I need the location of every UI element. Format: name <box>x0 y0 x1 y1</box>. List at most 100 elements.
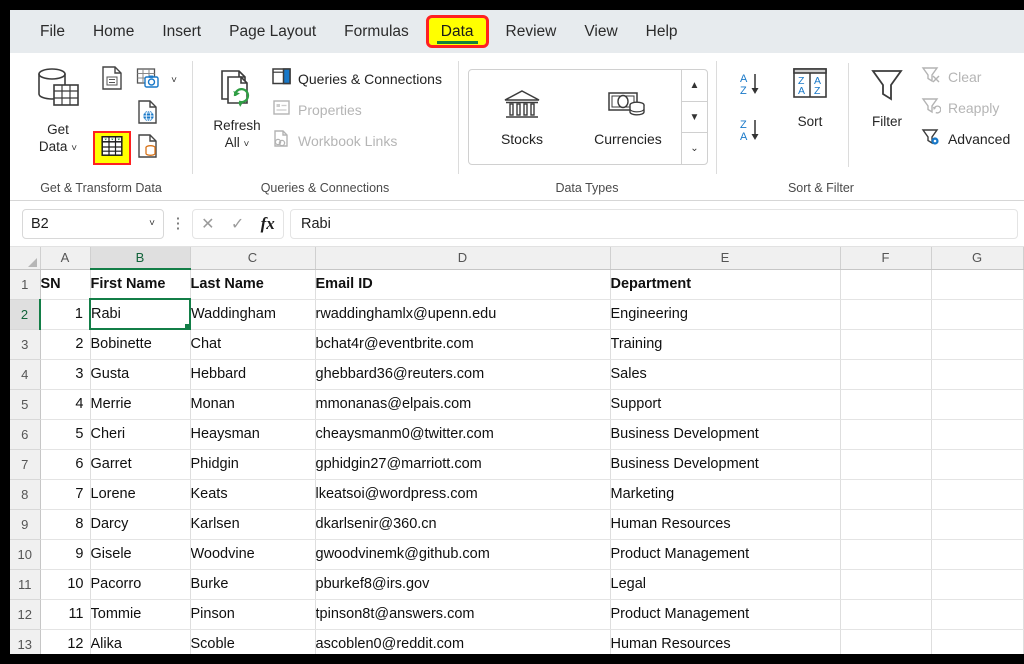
row-header-5[interactable]: 5 <box>10 389 41 420</box>
cell-D5[interactable]: mmonanas@elpais.com <box>315 389 611 420</box>
cell-D3[interactable]: bchat4r@eventbrite.com <box>315 329 611 360</box>
cell-D12[interactable]: tpinson8t@answers.com <box>315 599 611 630</box>
cell-F6[interactable] <box>840 419 932 450</box>
cell-B4[interactable]: Gusta <box>90 359 191 390</box>
cell-A2[interactable]: 1 <box>40 299 91 330</box>
cell-C6[interactable]: Heaysman <box>190 419 316 450</box>
cell-G2[interactable] <box>931 299 1024 330</box>
cell-E2[interactable]: Engineering <box>610 299 841 330</box>
cell-B7[interactable]: Garret <box>90 449 191 480</box>
cell-F10[interactable] <box>840 539 932 570</box>
cell-C4[interactable]: Hebbard <box>190 359 316 390</box>
row-header-3[interactable]: 3 <box>10 329 41 360</box>
cell-B2[interactable]: Rabi <box>89 298 191 330</box>
tab-view[interactable]: View <box>572 18 629 45</box>
cell-D2[interactable]: rwaddinghamlx@upenn.edu <box>315 299 611 330</box>
cell-D6[interactable]: cheaysmanm0@twitter.com <box>315 419 611 450</box>
column-header-d[interactable]: D <box>315 247 611 270</box>
row-header-13[interactable]: 13 <box>10 629 41 654</box>
data-types-scrollbar[interactable]: ▲ ▼ ⌄ <box>680 70 707 164</box>
cell-A6[interactable]: 5 <box>40 419 91 450</box>
advanced-filter-button[interactable]: Advanced <box>919 125 1016 153</box>
row-header-7[interactable]: 7 <box>10 449 41 480</box>
cell-E1[interactable]: Department <box>610 269 841 300</box>
cell-A1[interactable]: SN <box>40 269 91 300</box>
cell-A5[interactable]: 4 <box>40 389 91 420</box>
get-data-button[interactable]: Get Data ˅ <box>22 61 94 154</box>
tab-formulas[interactable]: Formulas <box>332 18 421 45</box>
cell-E10[interactable]: Product Management <box>610 539 841 570</box>
cell-E5[interactable]: Support <box>610 389 841 420</box>
cell-C7[interactable]: Phidgin <box>190 449 316 480</box>
tab-page-layout[interactable]: Page Layout <box>217 18 328 45</box>
reapply-filter-button[interactable]: Reapply <box>919 94 1016 122</box>
cell-A3[interactable]: 2 <box>40 329 91 360</box>
existing-connections-button[interactable] <box>132 133 164 163</box>
cell-B11[interactable]: Pacorro <box>90 569 191 600</box>
column-header-c[interactable]: C <box>190 247 316 270</box>
chevron-down-icon[interactable]: ˅ <box>149 218 155 229</box>
cell-G10[interactable] <box>931 539 1024 570</box>
cell-A4[interactable]: 3 <box>40 359 91 390</box>
sort-ascending-button[interactable]: A Z <box>734 67 774 105</box>
column-header-a[interactable]: A <box>40 247 91 270</box>
cell-G8[interactable] <box>931 479 1024 510</box>
cell-G4[interactable] <box>931 359 1024 390</box>
row-header-10[interactable]: 10 <box>10 539 41 570</box>
cell-B13[interactable]: Alika <box>90 629 191 654</box>
cell-A7[interactable]: 6 <box>40 449 91 480</box>
cell-G3[interactable] <box>931 329 1024 360</box>
cell-A10[interactable]: 9 <box>40 539 91 570</box>
cell-C5[interactable]: Monan <box>190 389 316 420</box>
cell-F4[interactable] <box>840 359 932 390</box>
cell-A13[interactable]: 12 <box>40 629 91 654</box>
cell-E3[interactable]: Training <box>610 329 841 360</box>
cell-G7[interactable] <box>931 449 1024 480</box>
data-type-stocks[interactable]: Stocks <box>469 70 575 164</box>
sort-descending-button[interactable]: Z A <box>734 113 774 151</box>
cell-G13[interactable] <box>931 629 1024 654</box>
row-header-12[interactable]: 12 <box>10 599 41 630</box>
cell-E13[interactable]: Human Resources <box>610 629 841 654</box>
cell-C10[interactable]: Woodvine <box>190 539 316 570</box>
from-web-button[interactable] <box>132 99 164 129</box>
cell-E4[interactable]: Sales <box>610 359 841 390</box>
from-table-range-button[interactable] <box>93 131 131 165</box>
from-picture-button[interactable] <box>132 65 164 95</box>
cell-A8[interactable]: 7 <box>40 479 91 510</box>
cell-D9[interactable]: dkarlsenir@360.cn <box>315 509 611 540</box>
cell-C12[interactable]: Pinson <box>190 599 316 630</box>
cell-D1[interactable]: Email ID <box>315 269 611 300</box>
cell-C11[interactable]: Burke <box>190 569 316 600</box>
cell-D4[interactable]: ghebbard36@reuters.com <box>315 359 611 390</box>
more-icon[interactable]: ⌄ <box>681 132 707 164</box>
cell-E6[interactable]: Business Development <box>610 419 841 450</box>
tab-data[interactable]: Data <box>425 14 489 49</box>
formula-input[interactable]: Rabi <box>290 208 1018 239</box>
cell-F8[interactable] <box>840 479 932 510</box>
data-type-currencies[interactable]: Currencies <box>575 70 681 164</box>
cell-F5[interactable] <box>840 389 932 420</box>
row-header-6[interactable]: 6 <box>10 419 41 450</box>
tab-help[interactable]: Help <box>634 18 690 45</box>
select-all-corner[interactable] <box>10 247 41 270</box>
cell-G6[interactable] <box>931 419 1024 450</box>
column-header-b[interactable]: B <box>90 247 191 270</box>
cell-E9[interactable]: Human Resources <box>610 509 841 540</box>
cell-B10[interactable]: Gisele <box>90 539 191 570</box>
cell-C1[interactable]: Last Name <box>190 269 316 300</box>
cell-E12[interactable]: Product Management <box>610 599 841 630</box>
cell-G9[interactable] <box>931 509 1024 540</box>
cell-B3[interactable]: Bobinette <box>90 329 191 360</box>
cell-F11[interactable] <box>840 569 932 600</box>
insert-function-icon[interactable]: fx <box>261 214 275 234</box>
cell-C9[interactable]: Karlsen <box>190 509 316 540</box>
get-transform-gallery-more-button[interactable]: ˅ <box>166 65 182 95</box>
row-header-1[interactable]: 1 <box>10 269 41 300</box>
cell-G1[interactable] <box>931 269 1024 300</box>
cell-F2[interactable] <box>840 299 932 330</box>
cell-G5[interactable] <box>931 389 1024 420</box>
cell-F1[interactable] <box>840 269 932 300</box>
cell-B1[interactable]: First Name <box>90 269 191 300</box>
tab-review[interactable]: Review <box>494 18 569 45</box>
